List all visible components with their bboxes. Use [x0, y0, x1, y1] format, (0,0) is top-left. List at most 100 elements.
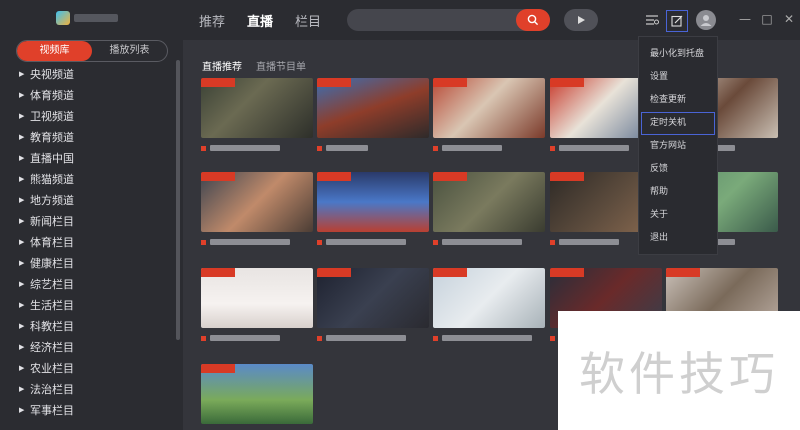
video-card[interactable]	[201, 268, 313, 342]
video-thumbnail	[201, 78, 313, 138]
triangle-right-icon: ▶	[19, 238, 25, 246]
tab-live[interactable]: 直播	[247, 11, 273, 30]
sidebar-scrollbar[interactable]	[176, 60, 180, 340]
tab-column[interactable]: 栏目	[295, 11, 321, 30]
watermark-overlay: 软件技巧	[558, 311, 800, 430]
triangle-right-icon: ▶	[19, 343, 25, 351]
video-card[interactable]	[201, 172, 313, 246]
sidebar-item[interactable]: ▶ 直播中国	[0, 148, 175, 169]
menu-item-about[interactable]: 关于	[639, 204, 717, 227]
avatar[interactable]	[696, 10, 716, 30]
triangle-right-icon: ▶	[19, 322, 25, 330]
live-tag	[550, 268, 584, 277]
sidebar-item-label: 综艺栏目	[30, 278, 74, 291]
user-icon	[700, 15, 712, 26]
play-icon	[578, 16, 585, 24]
sidebar-item-label: 体育频道	[30, 89, 74, 102]
maximize-icon[interactable]: □	[760, 12, 774, 26]
tab-video-library[interactable]: 视频库	[17, 41, 92, 61]
sidebar-item-label: 卫视频道	[30, 110, 74, 123]
live-tag	[201, 78, 235, 87]
menu-item-feedback[interactable]: 反馈	[639, 158, 717, 181]
sidebar-item[interactable]: ▶ 健康栏目	[0, 253, 175, 274]
sidebar-item[interactable]: ▶ 经济栏目	[0, 337, 175, 358]
video-card[interactable]	[317, 268, 429, 342]
triangle-right-icon: ▶	[19, 133, 25, 141]
video-caption	[201, 238, 313, 246]
subtab-live-recommend[interactable]: 直播推荐	[202, 58, 242, 73]
minimize-icon[interactable]: —	[738, 12, 752, 26]
tab-recommend[interactable]: 推荐	[199, 11, 225, 30]
menu-item-check-update[interactable]: 检查更新	[639, 89, 717, 112]
sidebar-item[interactable]: ▶ 法治栏目	[0, 379, 175, 400]
logo-icon	[56, 11, 70, 25]
sidebar-item[interactable]: ▶ 熊猫频道	[0, 169, 175, 190]
video-thumbnail	[433, 78, 545, 138]
tab-playlist[interactable]: 播放列表	[92, 41, 167, 61]
edit-icon	[671, 15, 683, 27]
sidebar-item[interactable]: ▶ 农业栏目	[0, 358, 175, 379]
video-card[interactable]	[433, 172, 545, 246]
sidebar-item[interactable]: ▶ 综艺栏目	[0, 274, 175, 295]
sidebar-item[interactable]: ▶ 卫视频道	[0, 106, 175, 127]
channel-list: ▶ 央视频道 ▶ 体育频道 ▶ 卫视频道 ▶ 教育频道 ▶ 直播中国 ▶ 熊猫频道 ▶ 地方频…	[0, 64, 175, 421]
menu-item-scheduled-shutdown[interactable]: 定时关机	[641, 112, 715, 135]
subtab-live-schedule[interactable]: 直播节目单	[256, 58, 306, 73]
video-card[interactable]	[201, 78, 313, 152]
sidebar-item[interactable]: ▶ 军事栏目	[0, 400, 175, 421]
menu-item-minimize-to-tray[interactable]: 最小化到托盘	[639, 43, 717, 66]
sidebar-item[interactable]: ▶ 教育频道	[0, 127, 175, 148]
sidebar-item-label: 新闻栏目	[30, 215, 74, 228]
sidebar-item[interactable]: ▶ 体育栏目	[0, 232, 175, 253]
menu-button[interactable]	[666, 10, 688, 32]
triangle-right-icon: ▶	[19, 406, 25, 414]
live-tag	[666, 268, 700, 277]
sidebar-item-label: 农业栏目	[30, 362, 74, 375]
logo-wordmark	[74, 14, 118, 22]
video-thumbnail	[317, 268, 429, 328]
menu-item-settings[interactable]: 设置	[639, 66, 717, 89]
video-thumbnail	[201, 268, 313, 328]
triangle-right-icon: ▶	[19, 175, 25, 183]
sidebar-item[interactable]: ▶ 新闻栏目	[0, 211, 175, 232]
search-input[interactable]	[347, 9, 550, 31]
live-tag	[433, 78, 467, 87]
sidebar-item-label: 经济栏目	[30, 341, 74, 354]
sidebar-item-label: 健康栏目	[30, 257, 74, 270]
play-button[interactable]	[564, 9, 598, 31]
menu-item-exit[interactable]: 退出	[639, 227, 717, 250]
video-thumbnail	[317, 172, 429, 232]
sidebar-item[interactable]: ▶ 生活栏目	[0, 295, 175, 316]
triangle-right-icon: ▶	[19, 112, 25, 120]
sidebar-item-label: 教育频道	[30, 131, 74, 144]
video-card[interactable]	[433, 268, 545, 342]
live-tag	[201, 364, 235, 373]
video-caption	[433, 144, 545, 152]
sidebar-item-label: 体育栏目	[30, 236, 74, 249]
triangle-right-icon: ▶	[19, 91, 25, 99]
triangle-right-icon: ▶	[19, 364, 25, 372]
menu-item-help[interactable]: 帮助	[639, 181, 717, 204]
video-caption	[201, 144, 313, 152]
video-card[interactable]	[201, 364, 313, 424]
sidebar-item[interactable]: ▶ 体育频道	[0, 85, 175, 106]
list-button[interactable]	[642, 10, 662, 30]
triangle-right-icon: ▶	[19, 217, 25, 225]
video-card[interactable]	[317, 172, 429, 246]
search-button[interactable]	[516, 9, 550, 31]
video-card[interactable]	[433, 78, 545, 152]
sidebar-item[interactable]: ▶ 科教栏目	[0, 316, 175, 337]
sidebar-item-label: 熊猫频道	[30, 173, 74, 186]
live-tag	[433, 172, 467, 181]
video-thumbnail	[201, 172, 313, 232]
menu-item-official-site[interactable]: 官方网站	[639, 135, 717, 158]
sidebar-item-label: 法治栏目	[30, 383, 74, 396]
sidebar-item[interactable]: ▶ 央视频道	[0, 64, 175, 85]
video-caption	[317, 144, 429, 152]
video-card[interactable]	[317, 78, 429, 152]
video-thumbnail	[433, 268, 545, 328]
close-icon[interactable]: ✕	[782, 12, 796, 26]
triangle-right-icon: ▶	[19, 385, 25, 393]
sidebar-item[interactable]: ▶ 地方频道	[0, 190, 175, 211]
sidebar-item-label: 生活栏目	[30, 299, 74, 312]
